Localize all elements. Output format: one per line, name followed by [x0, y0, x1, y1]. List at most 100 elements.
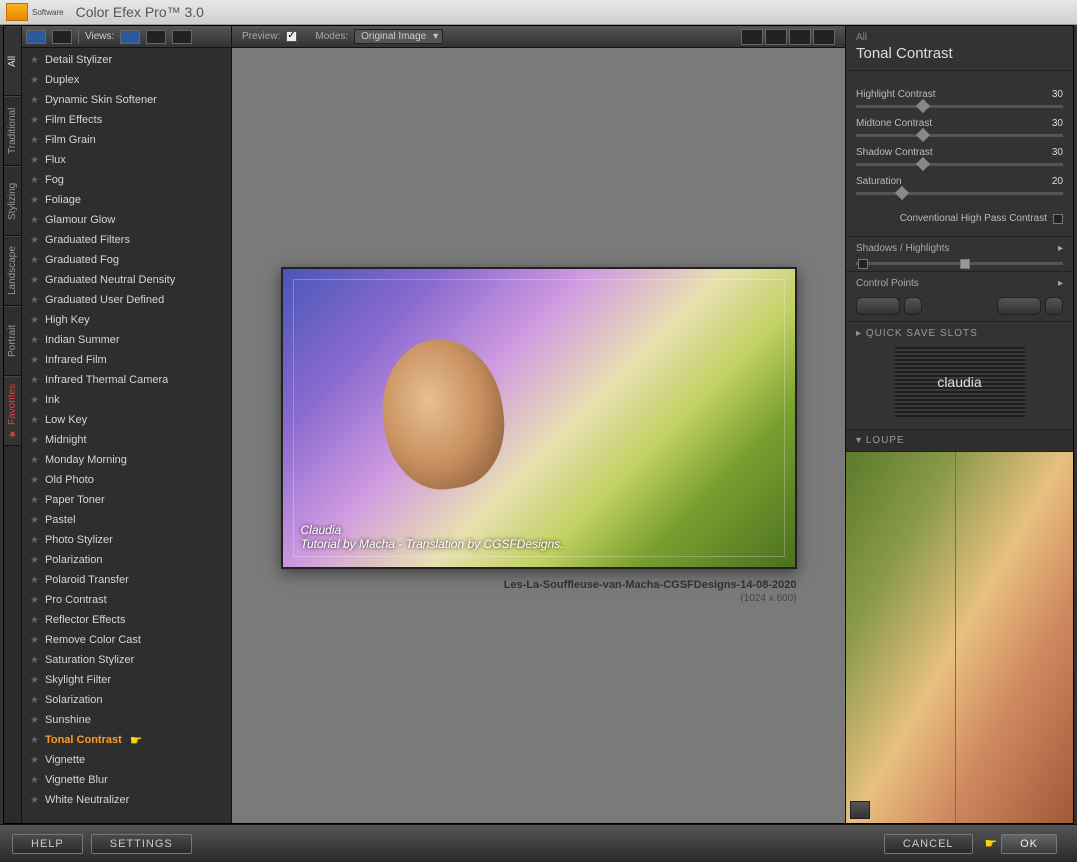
expand-icon[interactable]: ▸ [1058, 243, 1063, 254]
star-icon[interactable]: ★ [30, 235, 39, 246]
star-icon[interactable]: ★ [30, 475, 39, 486]
quick-save-slot[interactable]: claudia [895, 347, 1025, 417]
zoom-tool-icon[interactable] [765, 29, 787, 45]
star-icon[interactable]: ★ [30, 75, 39, 86]
filter-item[interactable]: ★White Neutralizer [22, 790, 231, 810]
star-icon[interactable]: ★ [30, 775, 39, 786]
filter-item[interactable]: ★Remove Color Cast [22, 630, 231, 650]
view-split-icon[interactable] [146, 30, 166, 44]
view-single-icon[interactable] [120, 30, 140, 44]
star-icon[interactable]: ★ [30, 295, 39, 306]
view-list-icon[interactable] [52, 30, 72, 44]
star-icon[interactable]: ★ [30, 675, 39, 686]
filter-item[interactable]: ★Dynamic Skin Softener [22, 90, 231, 110]
star-icon[interactable]: ★ [30, 455, 39, 466]
filter-item[interactable]: ★Pro Contrast [22, 590, 231, 610]
star-icon[interactable]: ★ [30, 95, 39, 106]
filter-item[interactable]: ★Skylight Filter [22, 670, 231, 690]
star-icon[interactable]: ★ [30, 495, 39, 506]
star-icon[interactable]: ★ [30, 655, 39, 666]
filter-item[interactable]: ★Vignette [22, 750, 231, 770]
filter-item[interactable]: ★Duplex [22, 70, 231, 90]
star-icon[interactable]: ★ [30, 55, 39, 66]
tab-favorites[interactable]: ★Favorites [4, 376, 21, 446]
star-icon[interactable]: ★ [30, 355, 39, 366]
star-icon[interactable]: ★ [30, 335, 39, 346]
star-icon[interactable]: ★ [30, 435, 39, 446]
view-grid-icon[interactable] [26, 30, 46, 44]
slider-track[interactable] [856, 192, 1063, 195]
filter-item[interactable]: ★Film Effects [22, 110, 231, 130]
loupe-mode-icon[interactable] [850, 801, 870, 819]
expand-icon[interactable]: ▸ [1058, 278, 1063, 289]
star-icon[interactable]: ★ [30, 215, 39, 226]
loupe-preview[interactable] [846, 452, 1073, 823]
wand-tool-icon[interactable] [813, 29, 835, 45]
modes-select[interactable]: Original Image [354, 29, 443, 44]
cancel-button[interactable]: CANCEL [884, 834, 973, 854]
slider-track[interactable] [856, 105, 1063, 108]
filter-item[interactable]: ★Graduated Neutral Density [22, 270, 231, 290]
star-icon[interactable]: ★ [30, 615, 39, 626]
star-icon[interactable]: ★ [30, 535, 39, 546]
filter-item[interactable]: ★Saturation Stylizer [22, 650, 231, 670]
filter-item[interactable]: ★Vignette Blur [22, 770, 231, 790]
filter-item[interactable]: ★Pastel [22, 510, 231, 530]
filter-item[interactable]: ★Paper Toner [22, 490, 231, 510]
plus-point-icon[interactable] [1045, 297, 1063, 315]
add-point-icon[interactable] [856, 297, 900, 315]
filter-item[interactable]: ★Polarization [22, 550, 231, 570]
star-icon[interactable]: ★ [30, 115, 39, 126]
caret-icon[interactable]: ▾ [856, 435, 866, 446]
filter-item[interactable]: ★Tonal Contrast☛ [22, 730, 231, 750]
hand-tool-icon[interactable] [789, 29, 811, 45]
tab-all[interactable]: All [4, 26, 21, 96]
filter-item[interactable]: ★Indian Summer [22, 330, 231, 350]
filter-item[interactable]: ★Solarization [22, 690, 231, 710]
star-icon[interactable]: ★ [30, 735, 39, 746]
filter-item[interactable]: ★Low Key [22, 410, 231, 430]
copy-point-icon[interactable] [997, 297, 1041, 315]
star-icon[interactable]: ★ [30, 375, 39, 386]
tab-stylizing[interactable]: Stylizing [4, 166, 21, 236]
slider-track[interactable] [856, 163, 1063, 166]
ok-button[interactable]: OK [1001, 834, 1057, 854]
star-icon[interactable]: ★ [30, 195, 39, 206]
star-icon[interactable]: ★ [30, 315, 39, 326]
star-icon[interactable]: ★ [30, 275, 39, 286]
minus-point-icon[interactable] [904, 297, 922, 315]
star-icon[interactable]: ★ [30, 635, 39, 646]
star-icon[interactable]: ★ [30, 255, 39, 266]
filter-item[interactable]: ★Photo Stylizer [22, 530, 231, 550]
filter-item[interactable]: ★Foliage [22, 190, 231, 210]
star-icon[interactable]: ★ [30, 755, 39, 766]
tab-landscape[interactable]: Landscape [4, 236, 21, 306]
star-icon[interactable]: ★ [30, 555, 39, 566]
filter-item[interactable]: ★Monday Morning [22, 450, 231, 470]
filter-item[interactable]: ★Detail Stylizer [22, 50, 231, 70]
filter-item[interactable]: ★Polaroid Transfer [22, 570, 231, 590]
arrow-tool-icon[interactable] [741, 29, 763, 45]
tab-portrait[interactable]: Portrait [4, 306, 21, 376]
slider-track[interactable] [856, 134, 1063, 137]
filter-item[interactable]: ★Sunshine [22, 710, 231, 730]
preview-checkbox[interactable] [286, 31, 297, 42]
filter-item[interactable]: ★High Key [22, 310, 231, 330]
preview-image[interactable]: Claudia Tutorial by Macha - Translation … [281, 267, 797, 569]
filter-item[interactable]: ★Old Photo [22, 470, 231, 490]
filter-item[interactable]: ★Ink [22, 390, 231, 410]
filter-item[interactable]: ★Infrared Film [22, 350, 231, 370]
filter-item[interactable]: ★Infrared Thermal Camera [22, 370, 231, 390]
settings-button[interactable]: SETTINGS [91, 834, 192, 854]
filter-list[interactable]: ★Detail Stylizer★Duplex★Dynamic Skin Sof… [22, 48, 231, 823]
star-icon[interactable]: ★ [30, 715, 39, 726]
caret-icon[interactable]: ▸ [856, 328, 866, 339]
filter-item[interactable]: ★Film Grain [22, 130, 231, 150]
star-icon[interactable]: ★ [30, 515, 39, 526]
filter-item[interactable]: ★Midnight [22, 430, 231, 450]
star-icon[interactable]: ★ [30, 395, 39, 406]
star-icon[interactable]: ★ [30, 795, 39, 806]
filter-item[interactable]: ★Graduated Filters [22, 230, 231, 250]
tab-traditional[interactable]: Traditional [4, 96, 21, 166]
filter-item[interactable]: ★Graduated User Defined [22, 290, 231, 310]
